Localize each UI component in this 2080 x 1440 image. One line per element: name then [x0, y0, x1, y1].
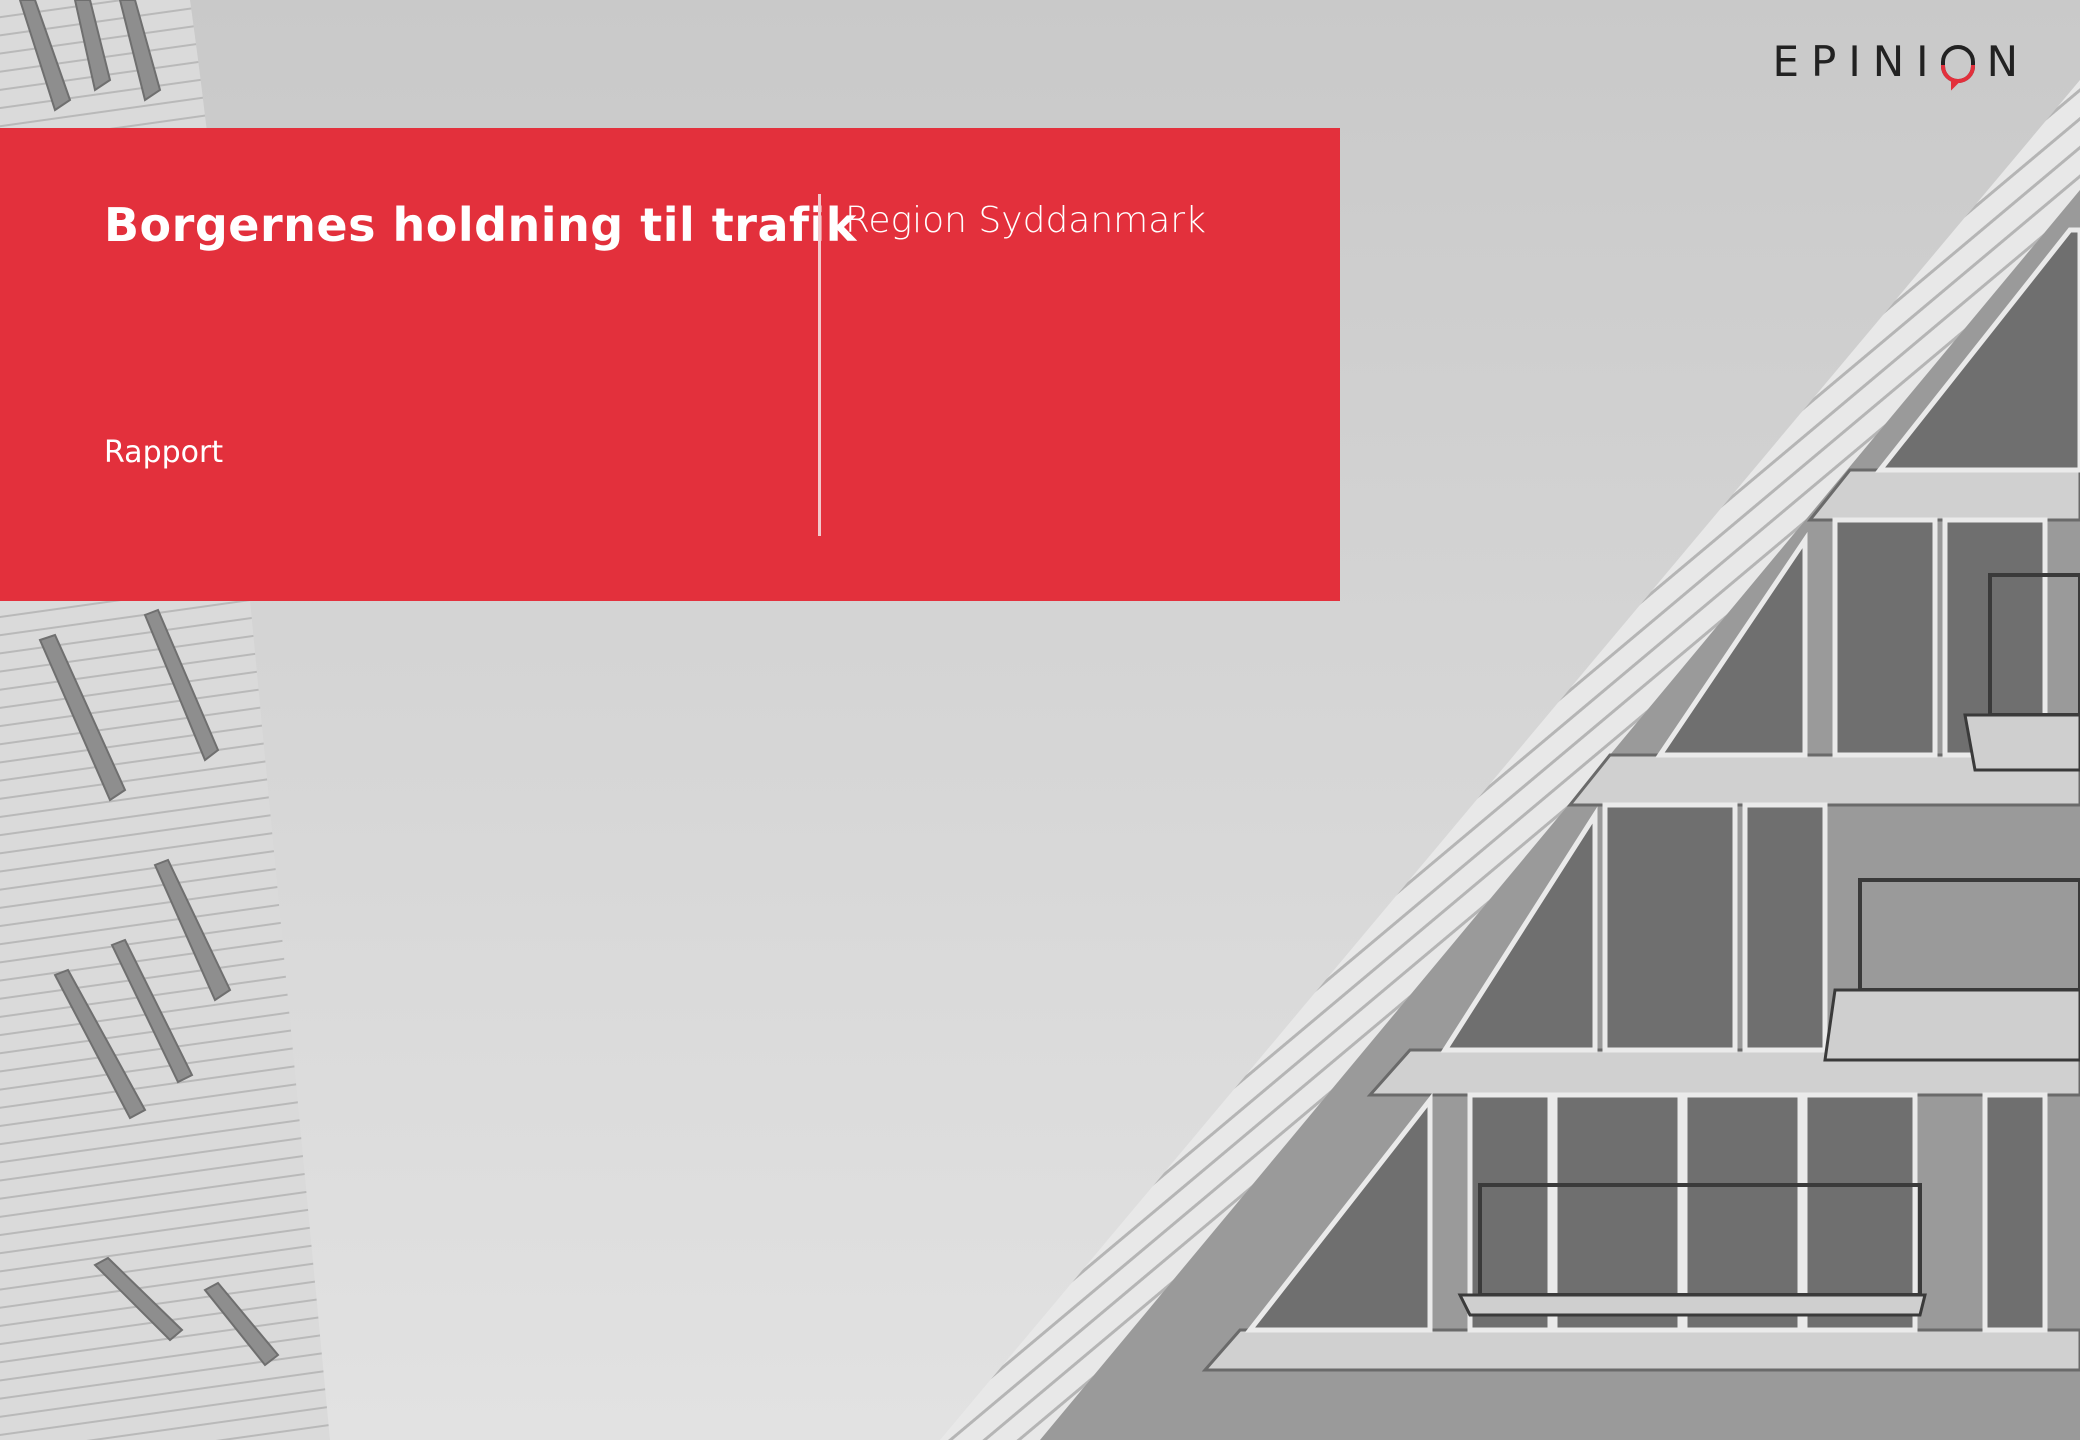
logo-text: EPINI: [1772, 36, 1941, 86]
logo-text-end: N: [1986, 36, 2030, 86]
speech-bubble-o-icon: [1940, 45, 1975, 91]
document-type-label: Rapport: [104, 435, 224, 470]
epinion-logo: EPINI N: [1772, 36, 2030, 91]
panel-divider: [818, 194, 821, 536]
region-label: Region Syddanmark: [845, 200, 1206, 241]
cover-title-panel: Borgernes holdning til trafik Region Syd…: [0, 128, 1340, 601]
report-title: Borgernes holdning til trafik: [104, 198, 857, 252]
